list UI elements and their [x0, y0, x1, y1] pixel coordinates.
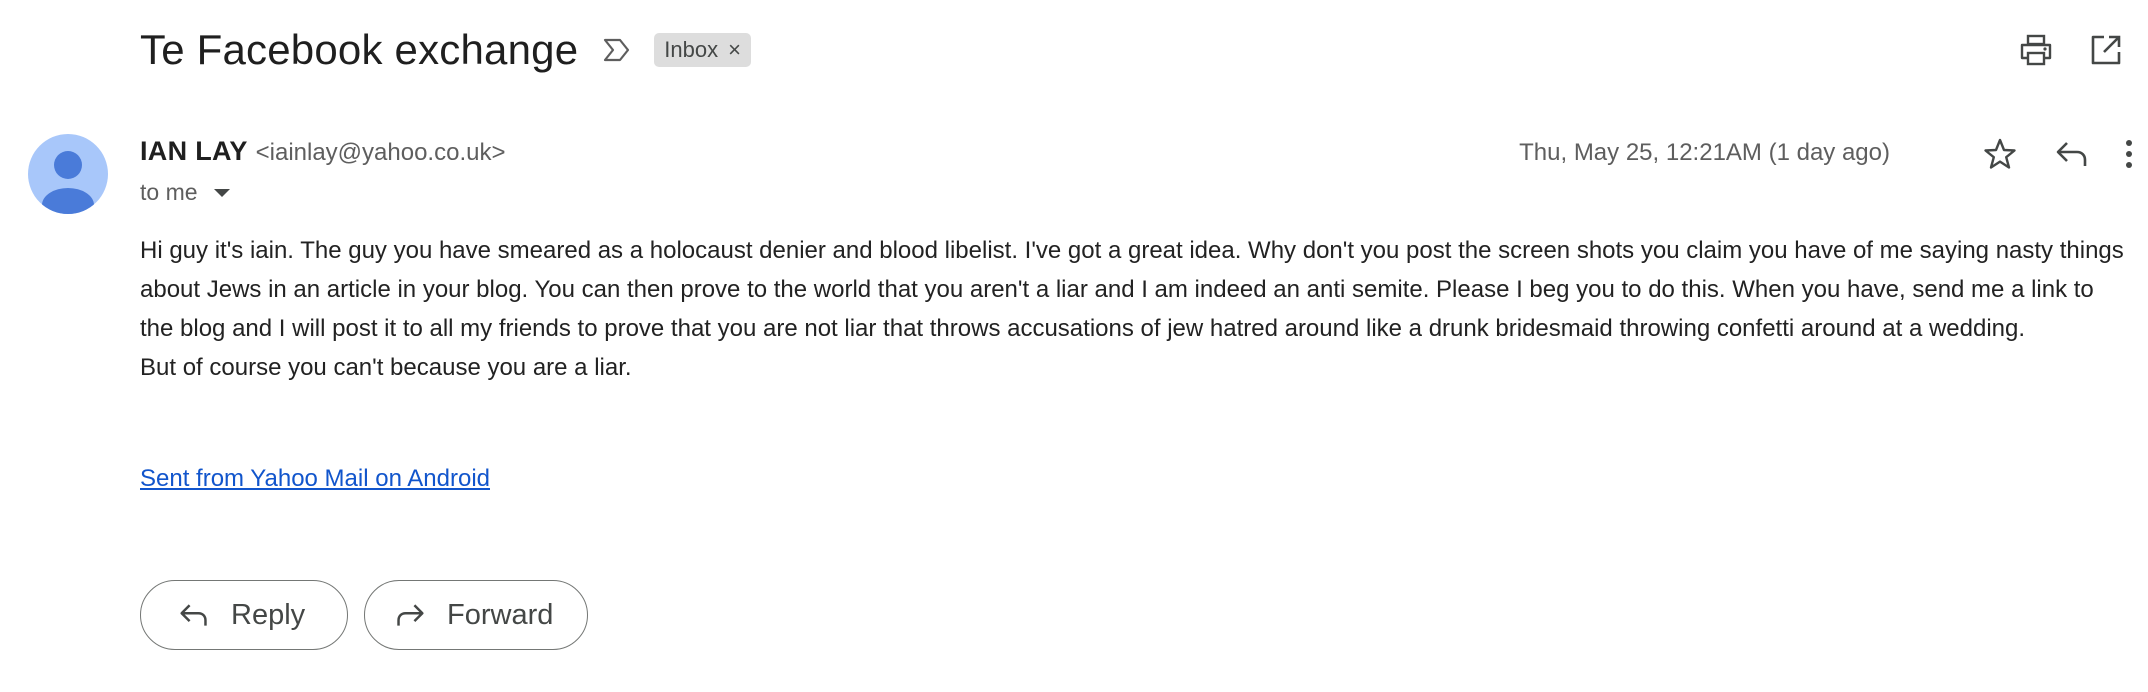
- forward-icon: [395, 598, 429, 632]
- reply-button-label: Reply: [231, 598, 306, 631]
- forward-button[interactable]: Forward: [364, 580, 588, 650]
- message-date: Thu, May 25, 12:21AM (1 day ago): [1519, 139, 1890, 166]
- subject-row: Te Facebook exchange Inbox ×: [140, 22, 751, 78]
- recipient-text: to me: [140, 179, 198, 205]
- recipient-details-toggle[interactable]: to me: [140, 179, 230, 206]
- label-chip-text: Inbox: [664, 37, 719, 62]
- sender-avatar[interactable]: [28, 134, 108, 214]
- signature-link[interactable]: Sent from Yahoo Mail on Android: [140, 465, 490, 493]
- chevron-down-icon[interactable]: [213, 188, 230, 197]
- more-vert-icon[interactable]: [2114, 132, 2144, 176]
- body-paragraph: Hi guy it's iain. The guy you have smear…: [140, 237, 2124, 342]
- reply-button[interactable]: Reply: [140, 580, 348, 650]
- sender-line: IAN LAY <iainlay@yahoo.co.uk>: [140, 136, 505, 167]
- message-subject: Te Facebook exchange: [140, 26, 579, 73]
- label-importance-icon[interactable]: [600, 33, 634, 67]
- message-body: Hi guy it's iain. The guy you have smear…: [140, 231, 2130, 387]
- sender-email: <iainlay@yahoo.co.uk>: [255, 139, 506, 166]
- sender-name[interactable]: IAN LAY: [140, 136, 248, 167]
- open-in-new-icon[interactable]: [2084, 28, 2128, 72]
- remove-label-icon[interactable]: ×: [728, 39, 741, 61]
- thread-toolbar: [2014, 28, 2148, 72]
- star-icon[interactable]: [1978, 132, 2022, 176]
- body-paragraph: But of course you can't because you are …: [140, 354, 632, 381]
- print-icon[interactable]: [2014, 28, 2058, 72]
- inbox-label-chip: Inbox ×: [654, 33, 751, 67]
- message-toolbar: [1978, 132, 2148, 176]
- reply-icon[interactable]: [2050, 132, 2094, 176]
- forward-button-label: Forward: [447, 598, 554, 631]
- reply-icon: [179, 598, 213, 632]
